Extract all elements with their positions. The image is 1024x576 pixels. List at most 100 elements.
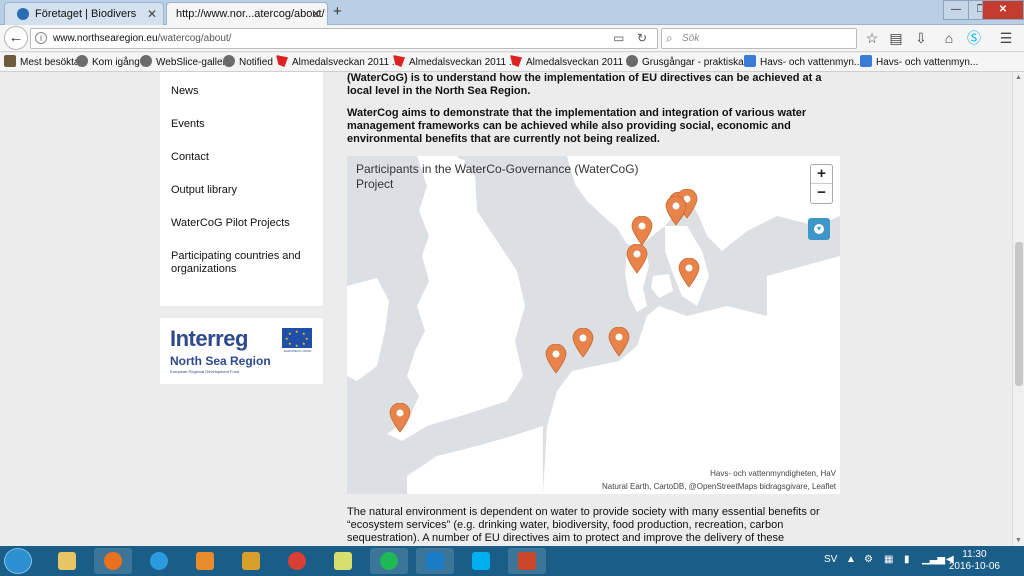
search-input[interactable]: ⌕ Sök — [661, 28, 857, 49]
media-player-icon[interactable] — [186, 548, 224, 574]
home-icon[interactable]: ⌂ — [940, 29, 958, 47]
sticky-notes-icon[interactable] — [324, 548, 362, 574]
download-icon[interactable]: ⇩ — [912, 29, 930, 47]
sidebar-item-events[interactable]: Events — [171, 118, 311, 131]
map-marker-icon[interactable] — [626, 244, 648, 274]
internet-explorer-icon[interactable] — [140, 548, 178, 574]
sidebar-item-pilot-projects[interactable]: WaterCoG Pilot Projects — [171, 217, 311, 230]
map-marker-icon[interactable] — [545, 344, 567, 374]
logo-region: North Sea Region — [170, 354, 271, 368]
bookmark-label: Almedalsveckan 2011 ... — [292, 57, 401, 68]
bookmark-item[interactable]: Havs- och vattenmyn... — [860, 55, 978, 68]
bookmark-item[interactable]: Almedalsveckan 2011 ... — [510, 55, 634, 68]
bookmark-item[interactable]: Grusgångar - praktiska... — [626, 55, 752, 68]
zoom-out-button[interactable]: − — [811, 184, 832, 203]
bookmark-item[interactable]: Kom igång — [76, 55, 140, 68]
tray-app-icon[interactable]: ⚙ — [864, 554, 873, 565]
minimize-button[interactable]: — — [943, 0, 969, 20]
notified-icon — [223, 55, 235, 67]
logo-fund: European Regional Development Fund — [170, 369, 240, 374]
signal-icon[interactable]: ▁▃▅ — [922, 554, 945, 565]
sidebar-item-news[interactable]: News — [171, 85, 311, 98]
language-indicator[interactable]: SV — [824, 554, 837, 565]
hav-icon — [860, 55, 872, 67]
site-info-icon[interactable]: i — [35, 32, 47, 44]
grusgangar-icon — [626, 55, 638, 67]
powerpoint-icon[interactable] — [508, 548, 546, 574]
bookmark-item[interactable]: Havs- och vattenmyn... — [744, 55, 862, 68]
chrome-icon[interactable] — [278, 548, 316, 574]
battery-icon[interactable]: ▮ — [904, 554, 910, 565]
scrollbar-thumb[interactable] — [1015, 242, 1023, 386]
skype-icon[interactable] — [462, 548, 500, 574]
bookmark-item[interactable]: Almedalsveckan 2011 ... — [276, 55, 400, 68]
network-icon[interactable]: ▦ — [884, 554, 893, 565]
reload-icon[interactable]: ↻ — [637, 31, 647, 45]
scroll-down-icon[interactable]: ▼ — [1015, 537, 1022, 544]
spotify-icon[interactable] — [370, 548, 408, 574]
bookmark-label: Kom igång — [92, 57, 140, 68]
windows-start-button[interactable] — [4, 548, 32, 574]
clock-time: 11:30 — [962, 549, 987, 560]
bookmark-item[interactable]: WebSlice-galleri — [140, 55, 228, 68]
biodivers-favicon-icon — [17, 8, 29, 20]
file-explorer-icon[interactable] — [48, 548, 86, 574]
land-france — [407, 426, 543, 494]
scroll-up-icon[interactable]: ▲ — [1015, 74, 1022, 81]
interreg-logo-text: Interreg — [170, 326, 248, 351]
almedal-icon — [276, 55, 288, 67]
search-placeholder: Sök — [682, 33, 700, 44]
bookmark-label: Almedalsveckan 2011 ... — [409, 57, 518, 68]
page-scrollbar[interactable]: ▲ ▼ — [1012, 72, 1024, 546]
land-ireland — [347, 278, 389, 381]
tab-watercog-about[interactable]: http://www.nor...atercog/about/ ✕ — [166, 2, 328, 25]
firefox-icon[interactable] — [94, 548, 132, 574]
tab-foretaget[interactable]: Företaget | Biodivers ✕ — [4, 2, 164, 25]
sidebar-item-output-library[interactable]: Output library — [171, 184, 311, 197]
bookmark-item[interactable]: Mest besökta — [4, 55, 79, 68]
bookmark-label: Havs- och vattenmyn... — [760, 57, 863, 68]
sidebar-nav: News Events Contact Output library Water… — [160, 72, 323, 306]
participants-map[interactable]: Participants in the WaterCo-Governance (… — [347, 156, 840, 494]
skype-icon[interactable]: Ⓢ — [965, 29, 983, 47]
map-marker-icon[interactable] — [631, 216, 653, 246]
sidebar-item-participating-countries[interactable]: Participating countries and organization… — [171, 250, 311, 276]
interreg-logo-card[interactable]: Interreg North Sea Region European Regio… — [160, 318, 323, 384]
bookmark-label: Mest besökta — [20, 57, 80, 68]
address-bar[interactable]: i www.northsearegion.eu/watercog/about/ … — [30, 28, 658, 49]
bookmark-item[interactable]: Almedalsveckan 2011 ... — [393, 55, 517, 68]
system-clock[interactable]: 11:30 2016-10-06 — [949, 549, 1000, 573]
map-marker-icon[interactable] — [608, 327, 630, 357]
bookmark-label: Almedalsveckan 2011 ... — [526, 57, 635, 68]
close-tab-icon[interactable]: ✕ — [147, 7, 157, 21]
map-attribution-sources[interactable]: Natural Earth, CartoDB, @OpenStreetMaps … — [602, 482, 836, 491]
menu-icon[interactable]: ☰ — [997, 29, 1015, 47]
almedal-icon — [393, 55, 405, 67]
bookmark-star-icon[interactable]: ☆ — [863, 29, 881, 47]
close-window-button[interactable]: ✕ — [982, 0, 1024, 20]
map-marker-icon[interactable] — [678, 258, 700, 288]
map-marker-icon[interactable] — [572, 328, 594, 358]
zoom-in-button[interactable]: + — [811, 165, 832, 184]
reader-view-icon[interactable]: ▭ — [613, 31, 624, 45]
layer-toggle-button[interactable]: ▾ — [808, 218, 830, 240]
map-attribution-hav: Havs- och vattenmyndigheten, HaV — [710, 469, 836, 478]
tray-expand-icon[interactable]: ▲ — [846, 554, 856, 565]
bookmark-item[interactable]: Notified — [223, 55, 273, 68]
intro-paragraph: (WaterCoG) is to understand how the impl… — [347, 72, 822, 97]
url-path: /watercog/about/ — [157, 33, 232, 44]
sidebar-item-contact[interactable]: Contact — [171, 151, 311, 164]
land-great-britain — [387, 156, 525, 441]
zoom-control: + − — [810, 164, 833, 204]
new-tab-icon[interactable]: + — [333, 3, 342, 20]
reading-list-icon[interactable]: ▤ — [887, 29, 905, 47]
tab-label: Företaget | Biodivers — [35, 8, 137, 20]
map-marker-icon[interactable] — [665, 196, 687, 226]
outlook-icon[interactable] — [232, 548, 270, 574]
map-marker-icon[interactable] — [389, 403, 411, 433]
lync-icon[interactable] — [416, 548, 454, 574]
clock-date: 2016-10-06 — [948, 561, 1000, 572]
close-tab-icon[interactable]: ✕ — [311, 7, 321, 21]
back-button[interactable]: ← — [4, 26, 28, 50]
almedal-icon — [510, 55, 522, 67]
